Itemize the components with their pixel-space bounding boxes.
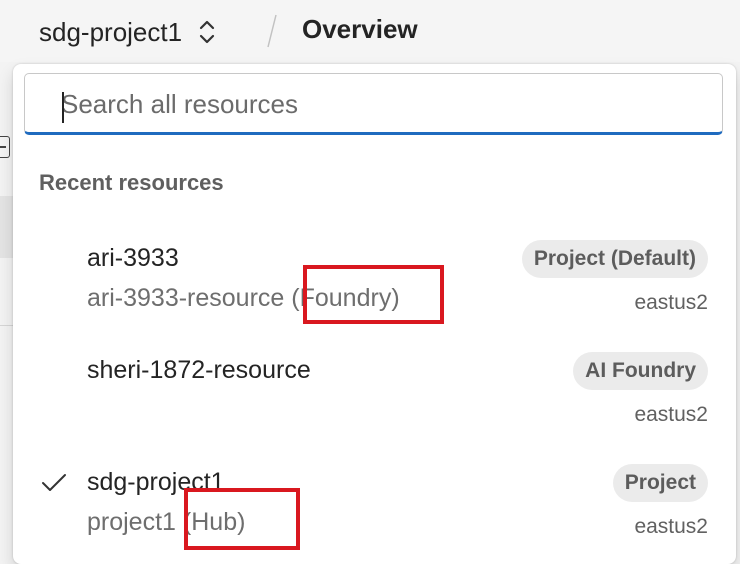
- resource-subtitle: project1 (Hub): [87, 508, 245, 537]
- resource-type-badge: Project: [612, 464, 708, 502]
- recent-resources-label: Recent resources: [39, 170, 224, 195]
- resource-item-sdg-project1[interactable]: sdg-project1 project1 (Hub) Project east…: [13, 458, 736, 558]
- project-name: sdg-project1: [39, 16, 183, 47]
- resource-item-sheri-1872-resource[interactable]: sheri-1872-resource AI Foundry eastus2: [13, 346, 736, 446]
- breadcrumb-separator: [267, 14, 277, 48]
- resource-kind: (Foundry): [291, 284, 400, 312]
- top-bar: sdg-project1 Overview: [0, 0, 740, 62]
- resource-subtitle-main: project1: [87, 508, 176, 536]
- resource-region: eastus2: [634, 403, 708, 426]
- resource-picker-dropdown: Recent resources ari-3933 ari-3933-resou…: [13, 64, 736, 564]
- search-box[interactable]: [24, 73, 723, 135]
- background-nav-highlight: [0, 196, 14, 258]
- updown-chevron-icon: [199, 20, 215, 44]
- resource-region: eastus2: [634, 515, 708, 538]
- project-switcher[interactable]: sdg-project1: [39, 14, 218, 50]
- background-divider: [0, 325, 14, 326]
- resource-name: sdg-project1: [87, 468, 225, 496]
- resource-name: sheri-1872-resource: [87, 356, 311, 384]
- text-caret: [62, 92, 64, 123]
- resource-region: eastus2: [634, 291, 708, 314]
- resource-type-badge: AI Foundry: [573, 352, 708, 390]
- background-panel-icon: [0, 136, 10, 158]
- resource-type-badge: Project (Default): [521, 240, 708, 278]
- resource-item-ari-3933[interactable]: ari-3933 ari-3933-resource (Foundry) Pro…: [13, 234, 736, 334]
- resource-subtitle: ari-3933-resource (Foundry): [87, 284, 400, 313]
- resource-name: ari-3933: [87, 244, 179, 272]
- page-title: Overview: [302, 14, 418, 44]
- resource-kind: (Hub): [182, 508, 246, 536]
- search-input[interactable]: [61, 85, 701, 123]
- resource-subtitle-main: ari-3933-resource: [87, 284, 285, 312]
- check-icon: [42, 474, 66, 491]
